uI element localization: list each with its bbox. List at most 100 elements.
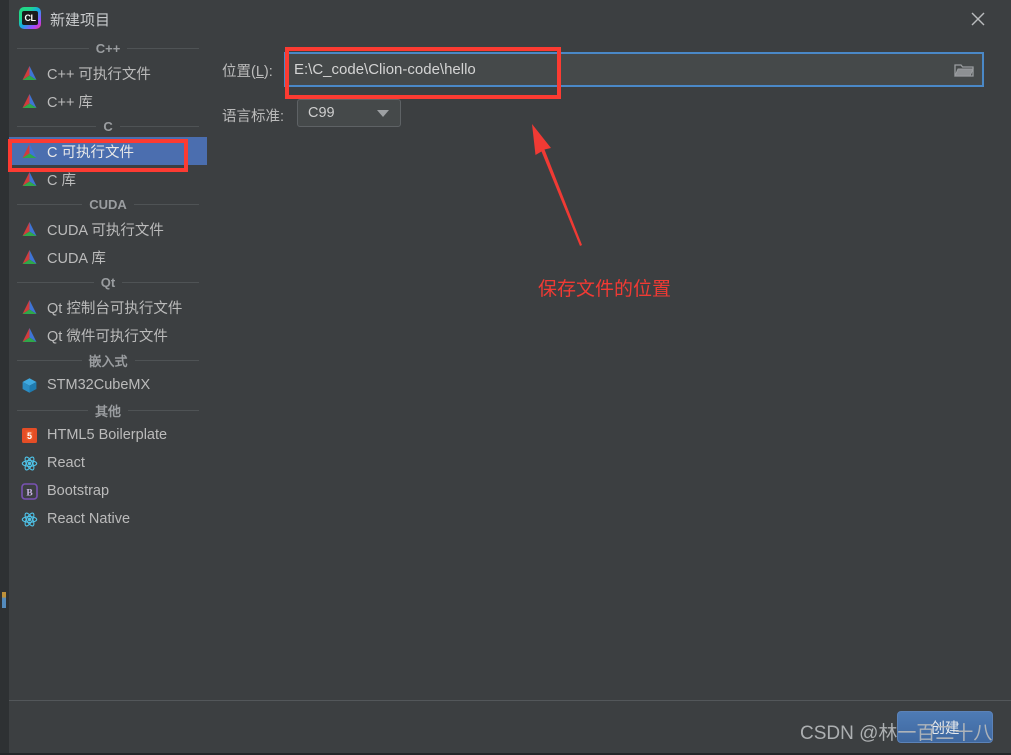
sidebar-item-label: CUDA 可执行文件 xyxy=(47,222,164,239)
language-standard-label: 语言标准: xyxy=(222,109,285,125)
project-type-sidebar[interactable]: C++ C++ 可执行文件 C++ 库 C C 可执行文件 C 库 CUDA CUDA 可执行… xyxy=(9,37,207,698)
group-rule-right xyxy=(127,47,200,49)
group-rule-left xyxy=(17,359,82,361)
group-rule-left xyxy=(17,125,97,127)
pyramid-icon xyxy=(22,327,37,342)
sidebar-item[interactable]: C 可执行文件 xyxy=(9,137,207,165)
react-icon xyxy=(21,455,38,472)
background-window-accent xyxy=(2,592,6,608)
location-input[interactable] xyxy=(286,60,946,79)
bootstrap-icon: B xyxy=(21,482,38,500)
svg-text:5: 5 xyxy=(27,431,32,441)
sidebar-group-header: CUDA xyxy=(9,193,207,215)
cube-icon xyxy=(21,377,38,394)
browse-folder-button[interactable] xyxy=(946,54,982,85)
dialog-footer xyxy=(9,701,1011,753)
react-icon xyxy=(21,512,38,526)
sidebar-group-header: Qt xyxy=(9,271,207,293)
background-window-sliver xyxy=(0,0,9,755)
pyramid-icon xyxy=(22,171,37,186)
pyramid-icon xyxy=(22,143,37,158)
sidebar-item-label: C++ 库 xyxy=(47,94,93,111)
sidebar-item[interactable]: CUDA 库 xyxy=(9,243,207,271)
pyramid-icon xyxy=(21,327,38,344)
sidebar-item-label: C++ 可执行文件 xyxy=(47,66,151,83)
html5-icon: 5 xyxy=(22,427,37,443)
sidebar-group-header: C++ xyxy=(9,37,207,59)
group-label: C xyxy=(103,118,113,134)
pyramid-icon xyxy=(21,299,38,316)
sidebar-item-label: React Native xyxy=(47,511,131,527)
clion-logo-icon xyxy=(19,7,41,29)
new-project-dialog: 新建项目 C++ C++ 可执行文件 C++ 库 C C 可执行文件 C 库 CUDA CUD… xyxy=(0,0,1011,755)
group-rule-left xyxy=(17,281,94,283)
sidebar-item-label: Bootstrap xyxy=(47,483,110,499)
sidebar-item[interactable]: B Bootstrap xyxy=(9,477,207,505)
sidebar-item-label: CUDA 库 xyxy=(47,250,106,267)
folder-icon xyxy=(954,63,974,77)
sidebar-item-label: Qt 微件可执行文件 xyxy=(47,328,168,345)
location-label: 位置(L): xyxy=(222,64,273,80)
sidebar-group-header: 嵌入式 xyxy=(9,349,207,371)
sidebar-item-label: STM32CubeMX xyxy=(47,377,151,393)
group-rule-left xyxy=(17,203,83,205)
svg-text:B: B xyxy=(26,488,33,498)
pyramid-icon xyxy=(21,93,38,110)
window-title: 新建项目 xyxy=(50,12,111,29)
sidebar-item[interactable]: 5 HTML5 Boilerplate xyxy=(9,421,207,449)
sidebar-item-label: C 可执行文件 xyxy=(47,144,134,161)
sidebar-item[interactable]: STM32CubeMX xyxy=(9,371,207,399)
group-label: 嵌入式 xyxy=(88,353,128,369)
project-settings-panel: 位置(L): 语言标准: C99 xyxy=(213,37,1011,698)
pyramid-icon xyxy=(21,249,38,266)
sidebar-item-label: HTML5 Boilerplate xyxy=(47,427,168,443)
sidebar-item-label: Qt 控制台可执行文件 xyxy=(47,300,183,317)
sidebar-item[interactable]: CUDA 可执行文件 xyxy=(9,215,207,243)
group-label: Qt xyxy=(100,274,116,290)
react-icon xyxy=(21,511,38,528)
pyramid-icon xyxy=(21,171,38,188)
sidebar-group-header: C xyxy=(9,115,207,137)
pyramid-icon xyxy=(22,93,37,108)
close-icon xyxy=(971,12,985,26)
group-label: 其他 xyxy=(95,403,122,419)
language-standard-select[interactable]: C99 xyxy=(297,99,401,127)
pyramid-icon xyxy=(22,221,37,236)
sidebar-item[interactable]: React xyxy=(9,449,207,477)
bootstrap-icon: B xyxy=(21,482,38,500)
sidebar-group-header: 其他 xyxy=(9,399,207,421)
group-rule-right xyxy=(119,125,200,127)
sidebar-item[interactable]: C 库 xyxy=(9,165,207,193)
group-label: C++ xyxy=(95,40,121,56)
sidebar-item[interactable]: React Native xyxy=(9,505,207,533)
pyramid-icon xyxy=(21,65,38,82)
pyramid-icon xyxy=(22,249,37,264)
sidebar-item-label: React xyxy=(47,455,85,471)
language-standard-value: C99 xyxy=(308,105,335,121)
group-rule-left xyxy=(17,47,89,49)
close-button[interactable] xyxy=(955,0,1001,37)
pyramid-icon xyxy=(22,65,37,80)
pyramid-icon xyxy=(22,299,37,314)
react-icon xyxy=(21,456,38,470)
sidebar-item[interactable]: C++ 可执行文件 xyxy=(9,59,207,87)
group-rule-left xyxy=(17,409,88,411)
cube-icon xyxy=(22,377,37,393)
create-button[interactable]: 创建 xyxy=(897,711,993,743)
location-field-wrapper[interactable] xyxy=(284,52,984,87)
sidebar-item[interactable]: Qt 控制台可执行文件 xyxy=(9,293,207,321)
title-bar: 新建项目 xyxy=(9,0,1011,37)
sidebar-item[interactable]: Qt 微件可执行文件 xyxy=(9,321,207,349)
pyramid-icon xyxy=(21,143,38,160)
annotation-note: 保存文件的位置 xyxy=(538,279,672,300)
sidebar-item[interactable]: C++ 库 xyxy=(9,87,207,115)
group-rule-right xyxy=(133,203,199,205)
group-rule-right xyxy=(134,359,200,361)
pyramid-icon xyxy=(21,221,38,238)
sidebar-item-label: C 库 xyxy=(47,172,76,189)
group-rule-right xyxy=(128,409,200,411)
html5-icon: 5 xyxy=(21,427,38,444)
chevron-down-icon xyxy=(377,109,389,117)
group-rule-right xyxy=(122,281,200,283)
group-label: CUDA xyxy=(89,196,127,212)
